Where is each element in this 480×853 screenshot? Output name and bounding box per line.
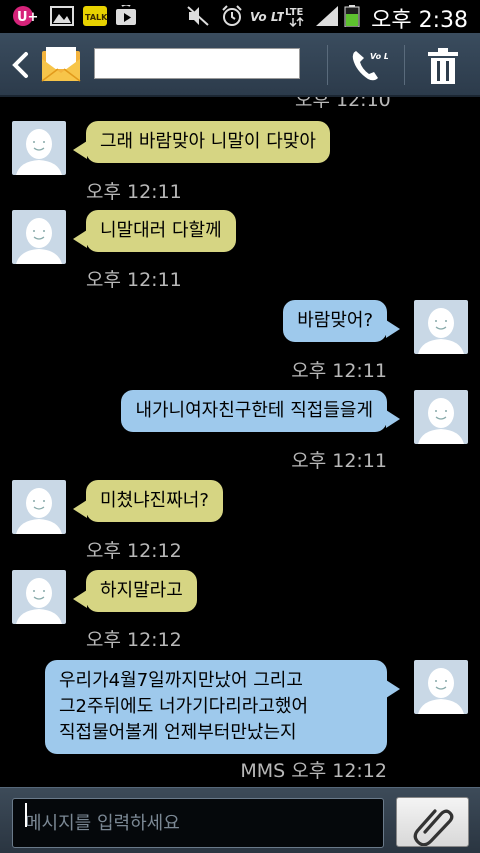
person-icon: [16, 129, 62, 175]
message-time: 오후 12:10: [295, 97, 391, 111]
back-arrow-icon[interactable]: [8, 51, 34, 79]
conversation-header: Vo LTE: [0, 33, 480, 97]
gallery-icon: [50, 6, 74, 26]
carrier-label: U+: [17, 10, 38, 25]
person-icon: [418, 668, 464, 714]
header-divider: [404, 45, 405, 85]
talk-label: TALK: [85, 13, 108, 22]
volte-label: Vo LTE: [250, 10, 284, 24]
paperclip-icon: [413, 809, 454, 847]
message-time: 오후 12:12: [86, 629, 182, 651]
avatar[interactable]: [12, 480, 66, 534]
message-bubble[interactable]: 그래 바람맞아 니말이 다맞아: [73, 121, 330, 163]
play-store-icon: [116, 5, 136, 25]
call-volte-label: Vo LTE: [370, 52, 388, 61]
uplus-icon: U+: [13, 6, 38, 26]
message-time: 오후 12:12: [86, 540, 182, 562]
person-icon: [16, 488, 62, 534]
status-bar: U+ TALK Vo LTE LTE 오후 2:38: [0, 0, 480, 33]
message-bubble[interactable]: 니말대러 다할께: [73, 210, 236, 252]
kakaotalk-icon: TALK: [83, 6, 108, 26]
person-icon: [418, 398, 464, 444]
message-bubble[interactable]: 미쳤냐진짜너?: [73, 480, 223, 522]
attach-button[interactable]: [396, 797, 469, 847]
contact-name-field: [94, 48, 300, 79]
message-time: 오후 12:11: [86, 181, 182, 203]
message-time: MMS 오후 12:12: [240, 760, 387, 782]
avatar[interactable]: [12, 121, 66, 175]
text-caret: [25, 803, 27, 827]
person-icon: [418, 308, 464, 354]
battery-icon: [344, 5, 360, 27]
lte-label: LTE: [285, 7, 304, 18]
composer-bar: [0, 787, 480, 853]
status-clock: 오후 2:38: [371, 8, 468, 33]
person-icon: [16, 218, 62, 264]
volte-call-icon[interactable]: Vo LTE: [348, 45, 388, 85]
message-bubble[interactable]: 바람맞어?: [283, 300, 400, 342]
lte-icon: LTE: [285, 7, 304, 27]
avatar[interactable]: [12, 570, 66, 624]
message-time: 오후 12:11: [291, 360, 387, 382]
avatar[interactable]: [414, 660, 468, 714]
header-divider: [327, 45, 328, 85]
mute-icon: [187, 6, 209, 26]
volte-icon: Vo LTE: [250, 10, 284, 24]
message-bubble[interactable]: 우리가4월7일까지만났어 그리고 그2주뒤에도 너가기다리라고했어 직접물어볼게…: [45, 660, 400, 754]
message-time: 오후 12:11: [291, 450, 387, 472]
avatar[interactable]: [414, 300, 468, 354]
message-thread[interactable]: 오후 12:10 그래 바람맞아 니말이 다맞아 오후 12:11 니말대러 다…: [0, 97, 480, 787]
person-icon: [16, 578, 62, 624]
avatar[interactable]: [12, 210, 66, 264]
trash-icon[interactable]: [426, 47, 460, 85]
alarm-icon: [222, 5, 242, 26]
message-bubble[interactable]: 내가니여자친구한테 직접들을게: [121, 390, 400, 432]
message-bubble[interactable]: 하지말라고: [73, 570, 197, 612]
message-time: 오후 12:11: [86, 269, 182, 291]
message-input[interactable]: [12, 798, 384, 848]
envelope-icon: [41, 47, 81, 82]
signal-icon: [316, 6, 338, 26]
avatar[interactable]: [414, 390, 468, 444]
